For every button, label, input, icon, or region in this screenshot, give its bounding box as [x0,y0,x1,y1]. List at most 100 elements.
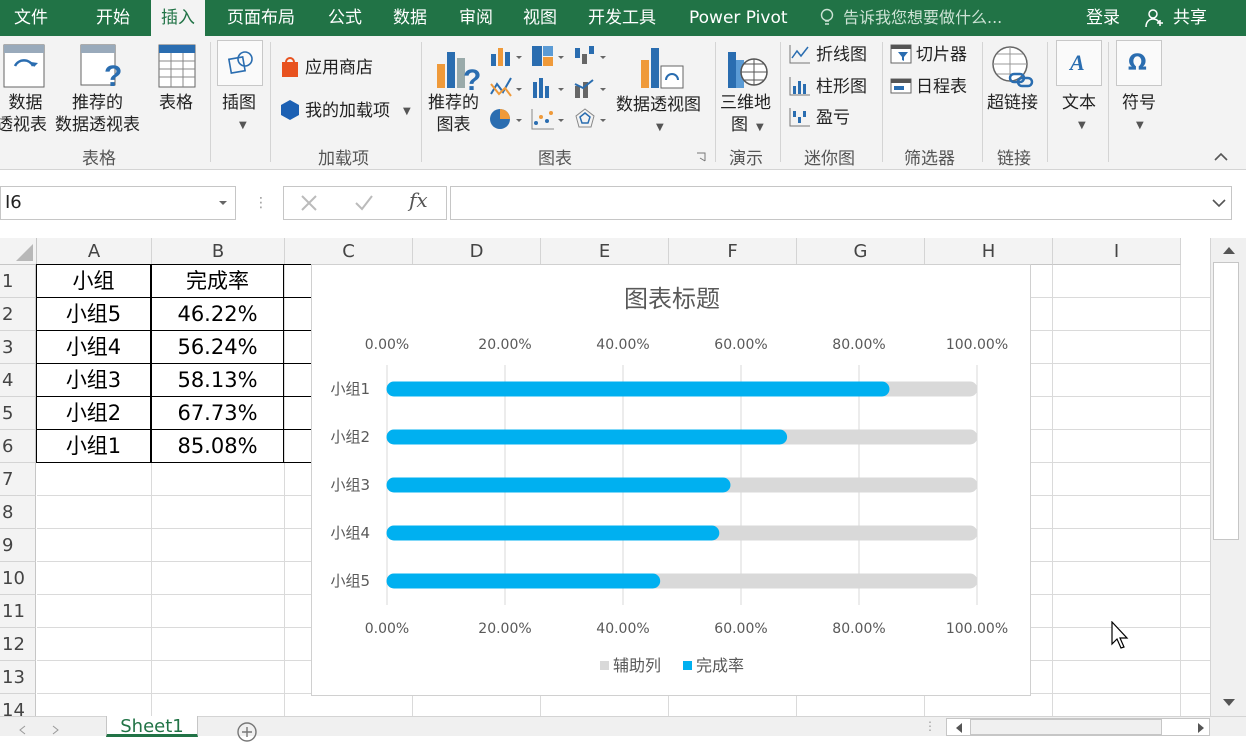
share-button[interactable]: 共享 [1173,0,1207,36]
collapse-ribbon-icon[interactable] [1213,150,1229,162]
scroll-down-icon[interactable] [1221,697,1237,709]
column-header[interactable]: B [152,238,285,265]
chart-area[interactable]: 图表标题 0.00% 0.00% 20.00% 20.00% 40.00% 40.00% 60… [311,264,1031,696]
sheet-tab-sheet1[interactable]: Sheet1 [106,716,198,737]
next-sheet-icon[interactable] [50,725,60,735]
table-cell[interactable]: 67.73% [151,396,284,430]
tab-formulas[interactable]: 公式 [328,0,362,36]
slicer-button[interactable]: 切片器 [916,44,967,66]
category-label: 小组4 [330,524,370,542]
recommended-pivot-button[interactable]: 推荐的 数据透视表 [55,92,140,136]
my-addins-button[interactable]: 我的加载项 [305,100,390,122]
table-cell[interactable]: 58.13% [151,363,284,397]
dialog-launcher-icon[interactable] [696,152,706,162]
row-header[interactable]: 6 [0,430,36,463]
text-button[interactable]: 文本 [1062,92,1096,114]
table-cell[interactable]: 46.22% [151,297,284,331]
vertical-scrollbar[interactable] [1210,238,1246,716]
table-cell[interactable]: 小组5 [36,297,151,331]
pivot-table-button[interactable]: 数据 透视表 [0,92,47,136]
add-sheet-icon[interactable] [236,721,258,743]
table-button[interactable]: 表格 [159,92,193,114]
table-cell[interactable]: 小组3 [36,363,151,397]
splitter-dots[interactable]: ⋮ [924,719,936,733]
mouse-cursor-icon [1111,621,1129,649]
row-header[interactable]: 2 [0,298,36,331]
scroll-up-icon[interactable] [1221,244,1237,256]
tick-label-top: 40.00% [596,337,649,353]
row-header[interactable]: 5 [0,397,36,430]
legend-swatch [600,661,609,670]
sparkline-line-button[interactable]: 折线图 [816,44,867,66]
name-box[interactable]: I6 [0,186,236,220]
scroll-left-icon[interactable] [954,722,964,734]
formula-input[interactable] [450,186,1232,220]
svg-text:Ω: Ω [1128,51,1147,76]
symbol-button[interactable]: 符号 [1122,92,1156,114]
tab-home[interactable]: 开始 [96,0,130,36]
tick-label-bottom: 40.00% [596,621,649,637]
column-header[interactable]: C [285,238,413,265]
column-header[interactable]: H [925,238,1053,265]
expand-formula-icon[interactable] [1212,198,1226,208]
tab-power-pivot[interactable]: Power Pivot [689,0,788,36]
row-header[interactable]: 8 [0,496,36,529]
name-box-dropdown-icon[interactable] [218,198,228,208]
row-header[interactable]: 12 [0,628,36,661]
cancel-icon[interactable] [300,194,318,212]
tab-view[interactable]: 视图 [523,0,557,36]
column-header[interactable]: D [413,238,541,265]
row-header[interactable]: 4 [0,364,36,397]
store-button[interactable]: 应用商店 [305,57,373,79]
sparkline-column-button[interactable]: 柱形图 [816,76,867,98]
row-header[interactable]: 3 [0,331,36,364]
column-header[interactable]: A [37,238,152,265]
tell-me-search[interactable]: 告诉我您想要做什么... [843,0,1002,36]
map-3d-line1: 三维地 [720,93,771,113]
table-header-cell[interactable]: 完成率 [151,264,284,298]
hyperlink-button[interactable]: 超链接 [987,92,1038,114]
table-cell[interactable]: 56.24% [151,330,284,364]
row-header[interactable]: 13 [0,661,36,694]
hierarchy-chart-icon [532,46,564,66]
tab-review[interactable]: 审阅 [459,0,493,36]
row-header[interactable]: 10 [0,562,36,595]
column-header[interactable]: I [1053,238,1181,265]
tab-file[interactable]: 文件 [14,0,48,36]
timeline-button[interactable]: 日程表 [916,76,967,98]
scroll-right-icon[interactable] [1196,722,1206,734]
column-header[interactable]: E [541,238,669,265]
login-button[interactable]: 登录 [1086,0,1120,36]
tab-data[interactable]: 数据 [393,0,427,36]
group-label-sparklines: 迷你图 [804,149,855,169]
tab-developer[interactable]: 开发工具 [588,0,656,36]
prev-sheet-icon[interactable] [18,725,28,735]
confirm-icon[interactable] [354,194,374,212]
table-cell[interactable]: 小组4 [36,330,151,364]
formula-bar: I6 ⋮ fx [0,170,1246,238]
row-header[interactable]: 7 [0,463,36,496]
tab-page-layout[interactable]: 页面布局 [227,0,295,36]
table-header-cell[interactable]: 小组 [36,264,151,298]
column-header[interactable]: G [797,238,925,265]
sparkline-winloss-button[interactable]: 盈亏 [816,107,850,129]
row-header[interactable]: 9 [0,529,36,562]
recommended-chart-button[interactable]: 推荐的 图表 [428,92,479,136]
column-header[interactable]: F [669,238,797,265]
row-header[interactable]: 1 [0,265,36,298]
table-cell[interactable]: 小组1 [36,429,151,463]
splitter-dots[interactable]: ⋮ [254,194,268,212]
row-header[interactable]: 11 [0,595,36,628]
scatter-chart-icon [531,109,564,130]
table-cell[interactable]: 85.08% [151,429,284,463]
slicer-icon [890,44,912,64]
tab-insert[interactable]: 插入 [151,0,205,36]
row-header[interactable]: 14 [0,694,36,716]
insert-function-button[interactable]: fx [409,188,428,212]
pivot-chart-button[interactable]: 数据透视图 [616,94,701,116]
h-scrollbar-thumb[interactable] [970,719,1162,735]
scrollbar-thumb[interactable] [1213,262,1239,540]
tick-label-top: 20.00% [478,337,531,353]
table-cell[interactable]: 小组2 [36,396,151,430]
illustration-button[interactable]: 插图 [222,92,256,114]
